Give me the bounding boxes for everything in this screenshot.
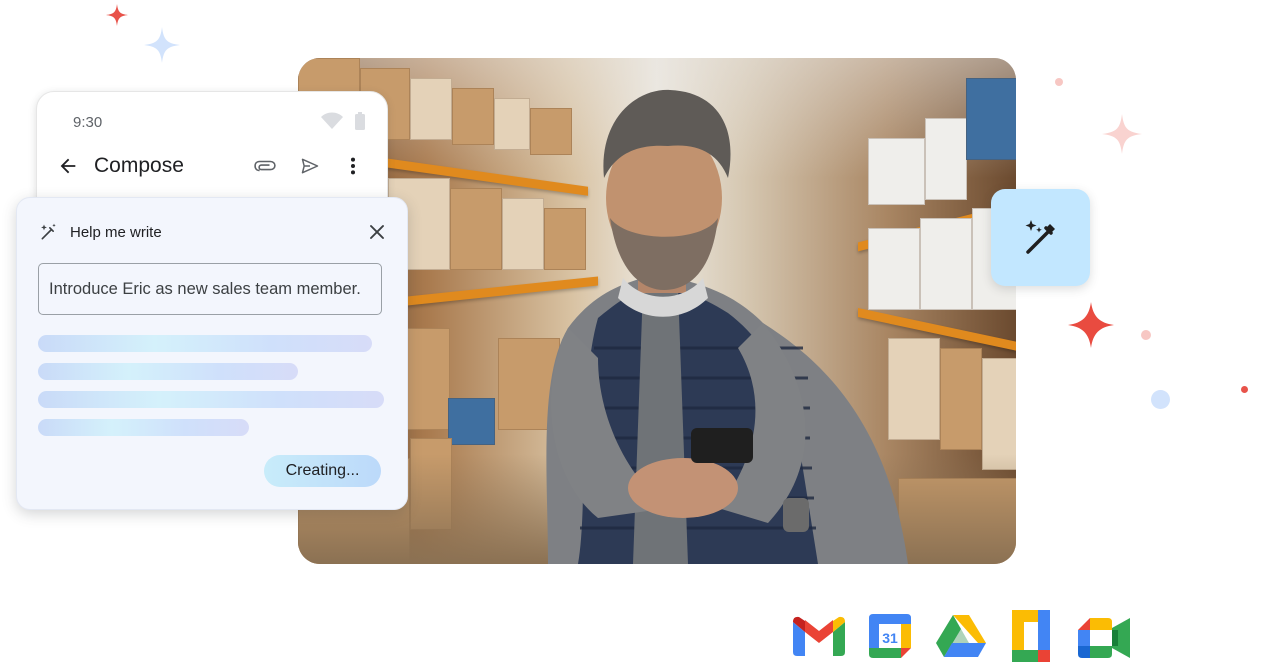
back-arrow-icon[interactable]: [57, 155, 79, 177]
prompt-input[interactable]: Introduce Eric as new sales team member.: [38, 263, 382, 315]
gmail-icon[interactable]: [793, 615, 845, 657]
send-icon[interactable]: [300, 156, 320, 176]
status-icons: [320, 112, 365, 130]
battery-icon: [355, 112, 365, 130]
magic-wand-icon: [1025, 219, 1055, 254]
creating-button[interactable]: Creating...: [264, 455, 381, 487]
help-me-write-title: Help me write: [70, 224, 162, 241]
docs-icon[interactable]: [1012, 610, 1050, 662]
help-me-write-card: Help me write Introduce Eric as new sale…: [16, 197, 408, 510]
compose-title: Compose: [94, 154, 184, 177]
attachment-icon[interactable]: [254, 157, 276, 175]
more-vert-icon[interactable]: [346, 155, 360, 177]
wifi-icon: [320, 112, 343, 129]
sparkle-pink-icon: [1102, 114, 1142, 154]
workspace-app-icons: 31: [793, 610, 1133, 662]
loading-line: [38, 391, 384, 408]
help-me-write-header: Help me write: [39, 222, 389, 244]
magic-wand-icon: [41, 223, 56, 240]
decorative-dot: [1241, 386, 1248, 393]
decorative-dot: [1055, 78, 1063, 86]
calendar-date-label: 31: [882, 630, 898, 646]
sparkle-blue-icon: [144, 27, 180, 63]
sparkle-red-large-icon: [1068, 302, 1114, 348]
compose-toolbar: Compose: [57, 152, 372, 182]
loading-line: [38, 335, 372, 352]
drive-icon[interactable]: [936, 615, 986, 657]
sparkle-red-icon: [106, 4, 128, 26]
loading-line: [38, 363, 298, 380]
decorative-dot: [1151, 390, 1170, 409]
meet-icon[interactable]: [1078, 618, 1130, 658]
close-icon[interactable]: [369, 224, 385, 240]
hero-illustration: 9:30 Compose Help me write Introduce Eri…: [0, 0, 1262, 671]
magic-wand-tile[interactable]: [991, 189, 1090, 286]
decorative-dot: [1141, 330, 1151, 340]
calendar-icon[interactable]: 31: [869, 614, 911, 658]
status-time: 9:30: [73, 114, 103, 131]
loading-line: [38, 419, 249, 436]
